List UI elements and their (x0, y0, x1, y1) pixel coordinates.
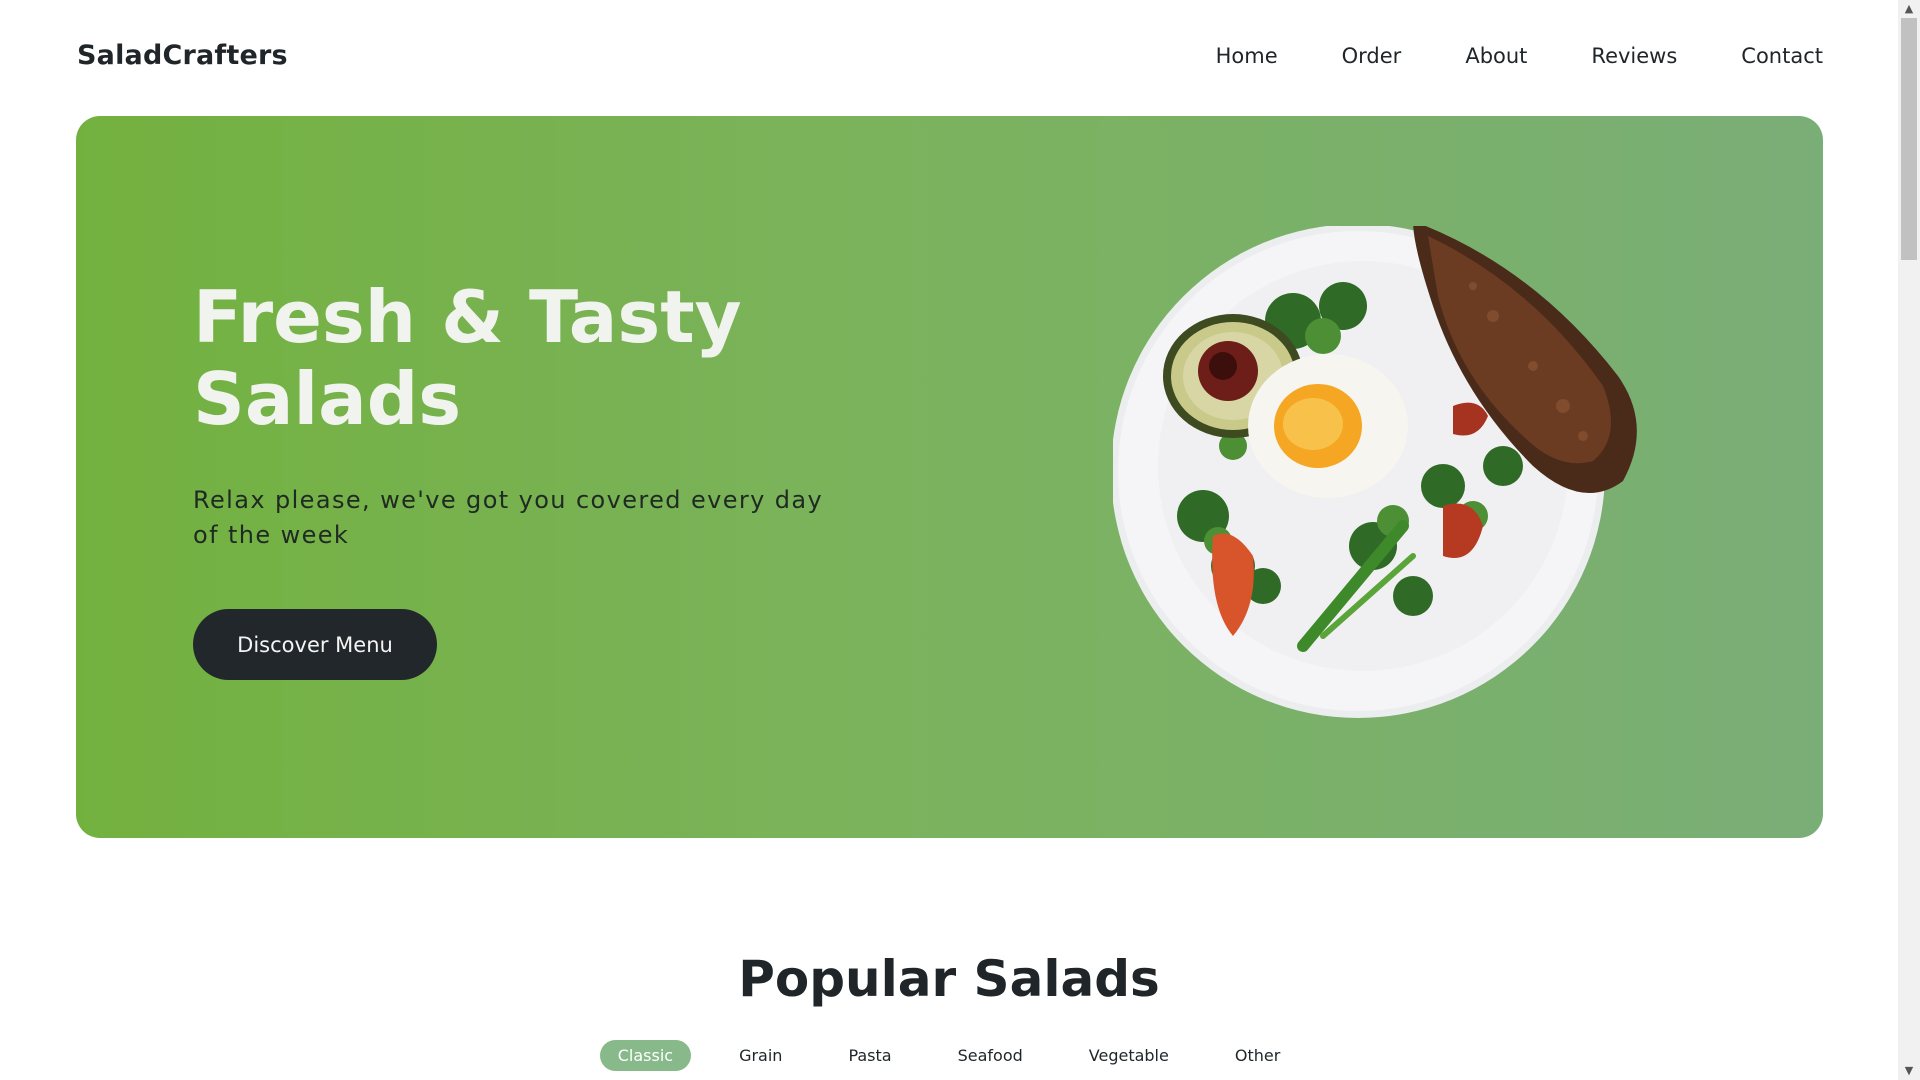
scroll-down-icon[interactable]: ▼ (1898, 1062, 1920, 1080)
nav-contact[interactable]: Contact (1741, 44, 1823, 68)
brand-logo[interactable]: SaladCrafters (77, 40, 288, 71)
filter-other[interactable]: Other (1217, 1040, 1298, 1071)
filter-seafood[interactable]: Seafood (940, 1040, 1041, 1071)
filter-pasta[interactable]: Pasta (830, 1040, 909, 1071)
hero-banner: Fresh & Tasty Salads Relax please, we've … (76, 116, 1823, 838)
nav-home[interactable]: Home (1216, 44, 1278, 68)
scroll-thumb[interactable] (1901, 18, 1917, 260)
page-scrollbar[interactable]: ▲ ▼ (1898, 0, 1920, 1080)
filter-grain[interactable]: Grain (721, 1040, 800, 1071)
salad-filter-tabs: Classic Grain Pasta Seafood Vegetable Ot… (0, 1040, 1898, 1071)
popular-salads-title: Popular Salads (738, 950, 1160, 1008)
salad-plate-image (1111, 221, 1673, 746)
discover-menu-button[interactable]: Discover Menu (193, 609, 437, 680)
nav-reviews[interactable]: Reviews (1591, 44, 1677, 68)
nav-about[interactable]: About (1465, 44, 1527, 68)
hero-title-line1: Fresh & Tasty (193, 275, 742, 359)
main-nav: Home Order About Reviews Contact (1152, 44, 1823, 68)
hero-title: Fresh & Tasty Salads (193, 276, 893, 440)
hero-title-line2: Salads (193, 357, 462, 441)
hero-subtitle: Relax please, we've got you covered ever… (193, 486, 824, 549)
filter-vegetable[interactable]: Vegetable (1071, 1040, 1187, 1071)
site-header: SaladCrafters Home Order About Reviews C… (0, 0, 1898, 116)
scroll-up-icon[interactable]: ▲ (1898, 0, 1920, 18)
filter-classic[interactable]: Classic (599, 1040, 692, 1071)
nav-order[interactable]: Order (1342, 44, 1402, 68)
